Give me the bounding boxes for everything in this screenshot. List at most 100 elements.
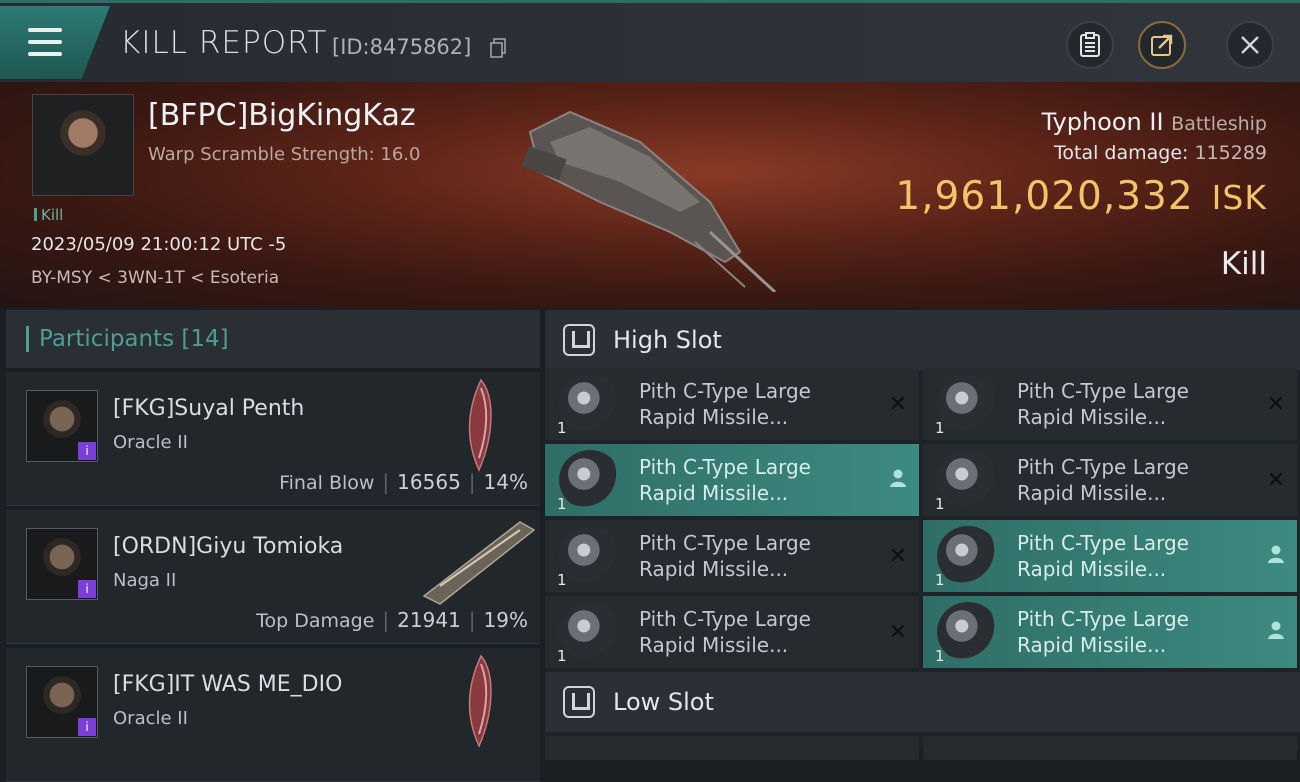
avatar[interactable]: i bbox=[26, 528, 98, 600]
isk-value: 1,961,020,332 ISK bbox=[895, 174, 1267, 219]
low-slot-icon bbox=[563, 686, 595, 718]
module-name-line1: Pith C-Type Large bbox=[639, 607, 811, 631]
hamburger-icon bbox=[28, 28, 62, 56]
report-id: [ID:8475862] bbox=[332, 35, 472, 59]
module-name-line2: Rapid Missile... bbox=[1017, 481, 1167, 505]
participant-stats: Final Blow | 16565 | 14% bbox=[279, 470, 528, 494]
player-badge-icon: i bbox=[78, 442, 96, 460]
module-name: Pith C-Type Large Rapid Missile... bbox=[1017, 378, 1189, 430]
participant-name[interactable]: [FKG]Suyal Penth bbox=[113, 396, 304, 421]
participant-row[interactable]: i [ORDN]Giyu Tomioka Naga II Top Damage |… bbox=[6, 510, 540, 644]
victim-name[interactable]: [BFPC]BigKingKaz bbox=[148, 98, 416, 133]
participant-ship: Oracle II bbox=[113, 708, 188, 729]
victim-ship-type: Typhoon II Battleship bbox=[1042, 108, 1267, 136]
module-name-line1: Pith C-Type Large bbox=[1017, 379, 1189, 403]
participant-damage: 16565 bbox=[397, 470, 461, 494]
module-name-line1: Pith C-Type Large bbox=[1017, 531, 1189, 555]
share-button[interactable] bbox=[1138, 21, 1186, 69]
module-name-line2: Rapid Missile... bbox=[639, 557, 789, 581]
high-slot-module[interactable]: 1 Pith C-Type Large Rapid Missile... ✕ bbox=[923, 444, 1297, 516]
missile-launcher-icon bbox=[937, 526, 999, 586]
missile-launcher-icon bbox=[559, 526, 621, 586]
participant-row[interactable]: i [FKG]Suyal Penth Oracle II Final Blow |… bbox=[6, 372, 540, 506]
menu-button[interactable] bbox=[0, 6, 110, 79]
isk-amount: 1,961,020,332 bbox=[895, 174, 1194, 219]
low-slot-module[interactable] bbox=[923, 736, 1297, 760]
total-damage-value: 115289 bbox=[1194, 142, 1267, 164]
low-slot-header: Low Slot bbox=[545, 672, 1300, 732]
high-slot-header: High Slot bbox=[545, 310, 1300, 370]
module-name: Pith C-Type Large Rapid Missile... bbox=[639, 606, 811, 658]
module-name-line2: Rapid Missile... bbox=[1017, 557, 1167, 581]
destroyed-icon: ✕ bbox=[888, 392, 907, 417]
high-slot-module[interactable]: 1 Pith C-Type Large Rapid Missile... bbox=[545, 444, 919, 516]
high-slot-module[interactable]: 1 Pith C-Type Large Rapid Missile... ✕ bbox=[545, 596, 919, 668]
victim-ship-name[interactable]: Typhoon II bbox=[1042, 108, 1164, 136]
module-name-line2: Rapid Missile... bbox=[639, 633, 789, 657]
high-slot-module[interactable]: 1 Pith C-Type Large Rapid Missile... bbox=[923, 520, 1297, 592]
destroyed-icon: ✕ bbox=[888, 544, 907, 569]
module-name-line1: Pith C-Type Large bbox=[1017, 455, 1189, 479]
participant-role: Final Blow bbox=[279, 472, 375, 494]
victim-subtitle: Warp Scramble Strength: 16.0 bbox=[148, 144, 421, 165]
participants-panel: Participants [14] i [FKG]Suyal Penth Ora… bbox=[6, 310, 540, 782]
kill-result: Kill bbox=[1220, 246, 1267, 282]
avatar[interactable]: i bbox=[26, 666, 98, 738]
participant-role: Top Damage bbox=[256, 610, 375, 632]
participant-row[interactable]: i [FKG]IT WAS ME_DIO Oracle II bbox=[6, 648, 540, 782]
total-damage-label: Total damage: bbox=[1054, 142, 1189, 164]
module-quantity: 1 bbox=[935, 419, 945, 437]
player-badge-icon: i bbox=[78, 718, 96, 736]
high-slot-icon bbox=[563, 324, 595, 356]
naga-ship-icon bbox=[422, 521, 536, 605]
clipboard-button[interactable] bbox=[1066, 21, 1114, 69]
high-slot-module[interactable]: 1 Pith C-Type Large Rapid Missile... bbox=[923, 596, 1297, 668]
module-quantity: 1 bbox=[557, 647, 567, 665]
module-name-line1: Pith C-Type Large bbox=[639, 531, 811, 555]
kill-location[interactable]: BY-MSY < 3WN-1T < Esoteria bbox=[31, 268, 279, 288]
oracle-ship-icon bbox=[468, 378, 492, 472]
participant-ship: Naga II bbox=[113, 570, 177, 591]
module-name-line1: Pith C-Type Large bbox=[639, 379, 811, 403]
module-name: Pith C-Type Large Rapid Missile... bbox=[639, 454, 811, 506]
victim-ship-image[interactable] bbox=[510, 102, 790, 292]
module-name-line2: Rapid Missile... bbox=[1017, 633, 1167, 657]
victim-portrait[interactable] bbox=[32, 94, 134, 196]
clipboard-icon bbox=[1080, 32, 1100, 57]
high-slot-label: High Slot bbox=[613, 326, 722, 354]
module-name-line2: Rapid Missile... bbox=[1017, 405, 1167, 429]
copy-icon[interactable] bbox=[490, 38, 506, 58]
participant-name[interactable]: [ORDN]Giyu Tomioka bbox=[113, 534, 343, 559]
high-slot-module[interactable]: 1 Pith C-Type Large Rapid Missile... ✕ bbox=[545, 520, 919, 592]
destroyed-icon: ✕ bbox=[1266, 392, 1285, 417]
victim-ship-class: Battleship bbox=[1171, 113, 1267, 135]
high-slot-module[interactable]: 1 Pith C-Type Large Rapid Missile... ✕ bbox=[923, 368, 1297, 440]
module-quantity: 1 bbox=[935, 571, 945, 589]
participant-percent: 14% bbox=[483, 470, 528, 494]
module-name: Pith C-Type Large Rapid Missile... bbox=[1017, 454, 1189, 506]
missile-launcher-icon bbox=[937, 450, 999, 510]
high-slot-module[interactable]: 1 Pith C-Type Large Rapid Missile... ✕ bbox=[545, 368, 919, 440]
module-quantity: 1 bbox=[935, 495, 945, 513]
fitting-panel: High Slot 1 Pith C-Type Large Rapid Missil… bbox=[545, 310, 1300, 760]
close-icon bbox=[1241, 36, 1259, 54]
missile-launcher-icon bbox=[559, 602, 621, 662]
participant-percent: 19% bbox=[483, 608, 528, 632]
close-button[interactable] bbox=[1226, 21, 1274, 69]
title-bar: KILL REPORT [ID:8475862] bbox=[0, 0, 1300, 82]
person-icon bbox=[1268, 621, 1284, 639]
participant-name[interactable]: [FKG]IT WAS ME_DIO bbox=[113, 672, 342, 697]
isk-unit: ISK bbox=[1211, 178, 1267, 217]
person-icon bbox=[1268, 545, 1284, 563]
missile-launcher-icon bbox=[559, 450, 621, 510]
page-title: KILL REPORT bbox=[120, 25, 328, 61]
avatar[interactable]: i bbox=[26, 390, 98, 462]
module-name-line1: Pith C-Type Large bbox=[1017, 607, 1189, 631]
module-name-line2: Rapid Missile... bbox=[639, 405, 789, 429]
low-slot-module[interactable] bbox=[545, 736, 919, 760]
player-badge-icon: i bbox=[78, 580, 96, 598]
participant-ship: Oracle II bbox=[113, 432, 188, 453]
module-name: Pith C-Type Large Rapid Missile... bbox=[1017, 606, 1189, 658]
high-slot-grid: 1 Pith C-Type Large Rapid Missile... ✕ 1 Pith… bbox=[545, 368, 1300, 668]
low-slot-grid bbox=[545, 736, 1300, 760]
